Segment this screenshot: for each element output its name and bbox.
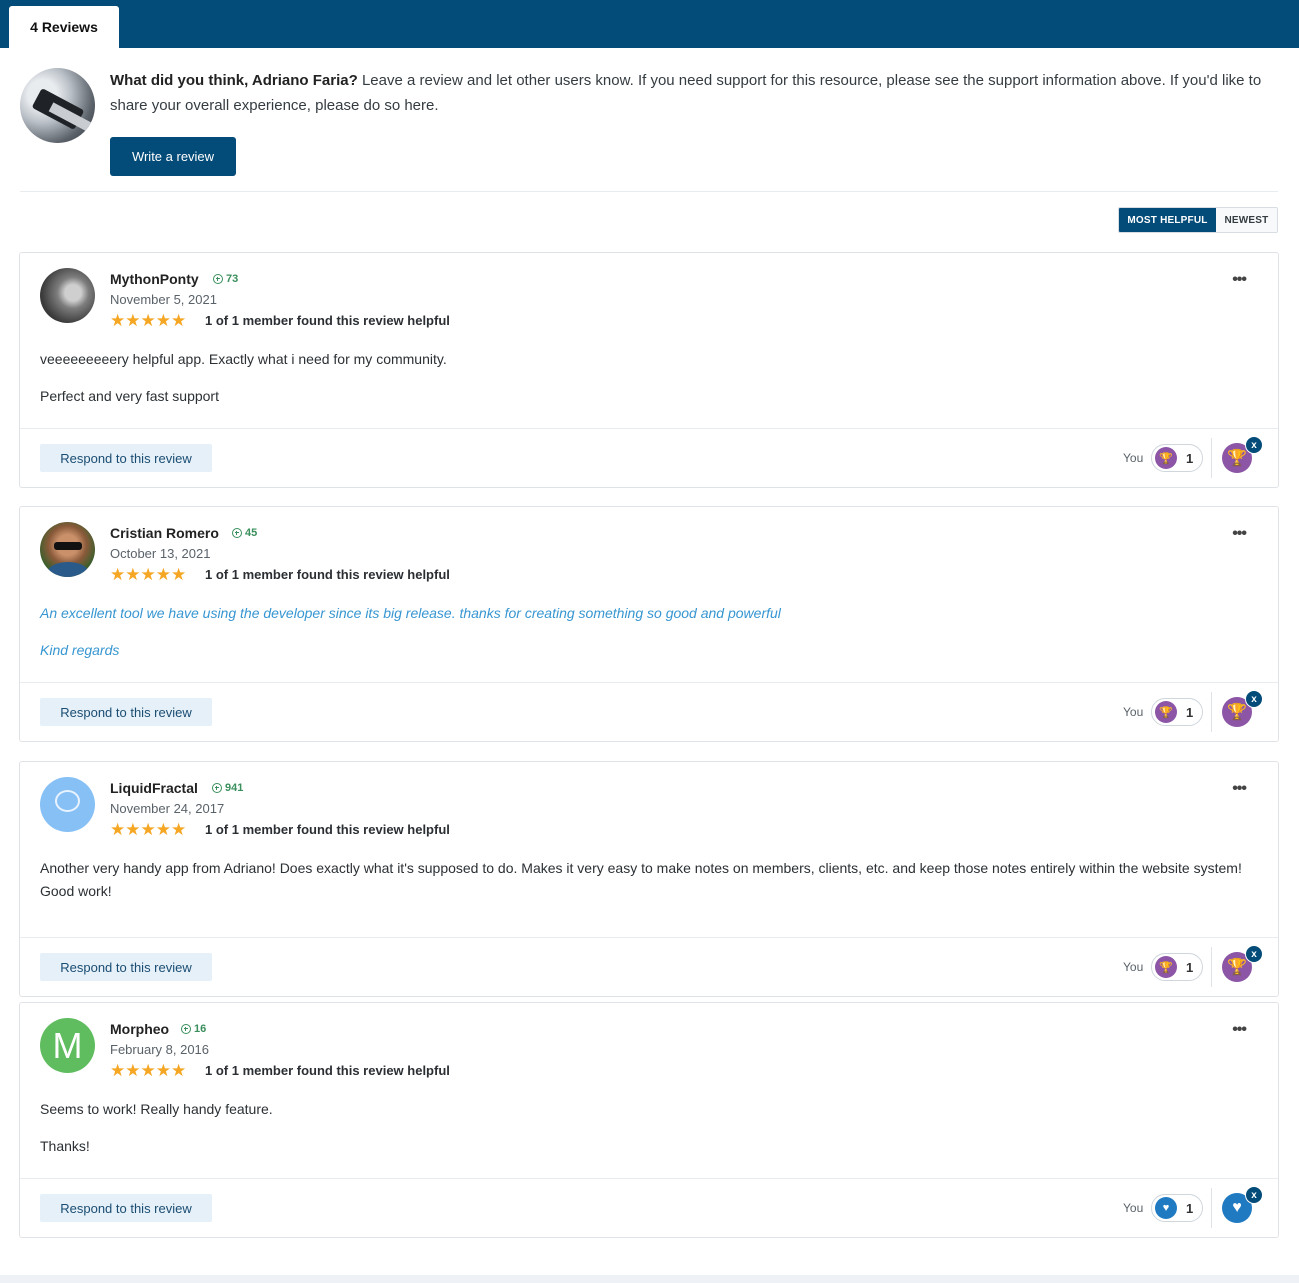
trophy-icon: 🏆 bbox=[1155, 447, 1177, 469]
reaction-you-label[interactable]: You bbox=[1123, 705, 1143, 719]
review-date: February 8, 2016 bbox=[110, 1042, 210, 1057]
trophy-icon: 🏆 bbox=[1155, 956, 1177, 978]
avatar[interactable]: M bbox=[40, 1018, 95, 1073]
reputation-badge[interactable]: 73 bbox=[213, 273, 238, 285]
heart-icon: ♥ bbox=[1155, 1197, 1177, 1219]
review-date: November 5, 2021 bbox=[110, 292, 217, 307]
review-body: Another very handy app from Adriano! Doe… bbox=[40, 857, 1250, 917]
more-options-icon[interactable]: ••• bbox=[1232, 271, 1247, 289]
remove-reaction-icon[interactable]: x bbox=[1245, 1186, 1263, 1204]
review-prompt: What did you think, Adriano Faria? Leave… bbox=[110, 68, 1280, 118]
review-paragraph: An excellent tool we have using the deve… bbox=[40, 605, 781, 621]
avatar[interactable] bbox=[40, 777, 95, 832]
star-rating: ★★★★★ bbox=[110, 311, 187, 330]
reputation-badge[interactable]: 45 bbox=[232, 527, 257, 539]
more-options-icon[interactable]: ••• bbox=[1232, 525, 1247, 543]
helpful-count: 1 of 1 member found this review helpful bbox=[205, 567, 450, 582]
top-bar: 4 Reviews bbox=[0, 0, 1299, 48]
review-date: October 13, 2021 bbox=[110, 546, 211, 561]
review-body: Seems to work! Really handy feature. Tha… bbox=[40, 1098, 1250, 1172]
review-card: Cristian Romero 45 October 13, 2021 ★★★★… bbox=[19, 506, 1279, 742]
divider bbox=[20, 191, 1278, 192]
review-author[interactable]: LiquidFractal bbox=[110, 780, 198, 796]
plus-circle-icon bbox=[232, 528, 242, 538]
avatar[interactable] bbox=[40, 522, 95, 577]
review-footer: Respond to this review You 🏆 1 🏆 x bbox=[20, 682, 1278, 741]
more-options-icon[interactable]: ••• bbox=[1232, 1021, 1247, 1039]
review-footer: Respond to this review You 🏆 1 🏆 x bbox=[20, 937, 1278, 996]
review-card: MythonPonty 73 November 5, 2021 ★★★★★ 1 … bbox=[19, 252, 1279, 488]
review-body: An excellent tool we have using the deve… bbox=[40, 602, 1250, 676]
review-date: November 24, 2017 bbox=[110, 801, 225, 816]
remove-reaction-icon[interactable]: x bbox=[1245, 436, 1263, 454]
plus-circle-icon bbox=[213, 274, 223, 284]
tab-reviews[interactable]: 4 Reviews bbox=[9, 6, 119, 48]
plus-circle-icon bbox=[181, 1024, 191, 1034]
review-card: M Morpheo 16 February 8, 2016 ★★★★★ 1 of… bbox=[19, 1002, 1279, 1238]
star-rating: ★★★★★ bbox=[110, 565, 187, 584]
star-rating: ★★★★★ bbox=[110, 820, 187, 839]
reputation-badge[interactable]: 941 bbox=[212, 782, 243, 794]
review-card: LiquidFractal 941 November 24, 2017 ★★★★… bbox=[19, 761, 1279, 997]
reaction-you-label[interactable]: You bbox=[1123, 1201, 1143, 1215]
reaction-you-label[interactable]: You bbox=[1123, 960, 1143, 974]
review-author[interactable]: MythonPonty bbox=[110, 271, 199, 287]
sort-newest-button[interactable]: NEWEST bbox=[1216, 208, 1277, 232]
review-paragraph: Perfect and very fast support bbox=[40, 388, 219, 404]
write-review-button[interactable]: Write a review bbox=[110, 137, 236, 176]
review-footer: Respond to this review You ♥ 1 ♥ x bbox=[20, 1178, 1278, 1237]
sort-toggle: MOST HELPFUL NEWEST bbox=[1118, 207, 1278, 233]
reputation-badge[interactable]: 16 bbox=[181, 1023, 206, 1035]
respond-button[interactable]: Respond to this review bbox=[40, 444, 212, 472]
helpful-count: 1 of 1 member found this review helpful bbox=[205, 822, 450, 837]
remove-reaction-icon[interactable]: x bbox=[1245, 945, 1263, 963]
sort-most-helpful-button[interactable]: MOST HELPFUL bbox=[1119, 208, 1216, 232]
page-bottom-band bbox=[0, 1275, 1299, 1283]
current-user-avatar bbox=[20, 68, 95, 143]
review-footer: Respond to this review You 🏆 1 🏆 x bbox=[20, 428, 1278, 487]
respond-button[interactable]: Respond to this review bbox=[40, 953, 212, 981]
respond-button[interactable]: Respond to this review bbox=[40, 1194, 212, 1222]
star-rating: ★★★★★ bbox=[110, 1061, 187, 1080]
review-author[interactable]: Morpheo bbox=[110, 1021, 169, 1037]
helpful-count: 1 of 1 member found this review helpful bbox=[205, 1063, 450, 1078]
reaction-count[interactable]: ♥ 1 bbox=[1151, 1194, 1203, 1222]
reaction-count[interactable]: 🏆 1 bbox=[1151, 698, 1203, 726]
review-body: veeeeeeeeery helpful app. Exactly what i… bbox=[40, 348, 1250, 422]
respond-button[interactable]: Respond to this review bbox=[40, 698, 212, 726]
helpful-count: 1 of 1 member found this review helpful bbox=[205, 313, 450, 328]
review-paragraph: Seems to work! Really handy feature. bbox=[40, 1101, 273, 1117]
reaction-count[interactable]: 🏆 1 bbox=[1151, 953, 1203, 981]
more-options-icon[interactable]: ••• bbox=[1232, 780, 1247, 798]
review-author[interactable]: Cristian Romero bbox=[110, 525, 219, 541]
review-prompt-question: What did you think, Adriano Faria? bbox=[110, 72, 358, 89]
remove-reaction-icon[interactable]: x bbox=[1245, 690, 1263, 708]
review-paragraph: Another very handy app from Adriano! Doe… bbox=[40, 860, 1242, 899]
review-paragraph: Kind regards bbox=[40, 642, 120, 658]
reaction-count[interactable]: 🏆 1 bbox=[1151, 444, 1203, 472]
review-paragraph: veeeeeeeeery helpful app. Exactly what i… bbox=[40, 351, 447, 367]
avatar[interactable] bbox=[40, 268, 95, 323]
trophy-icon: 🏆 bbox=[1155, 701, 1177, 723]
reaction-you-label[interactable]: You bbox=[1123, 451, 1143, 465]
review-paragraph: Thanks! bbox=[40, 1138, 90, 1154]
plus-circle-icon bbox=[212, 783, 222, 793]
